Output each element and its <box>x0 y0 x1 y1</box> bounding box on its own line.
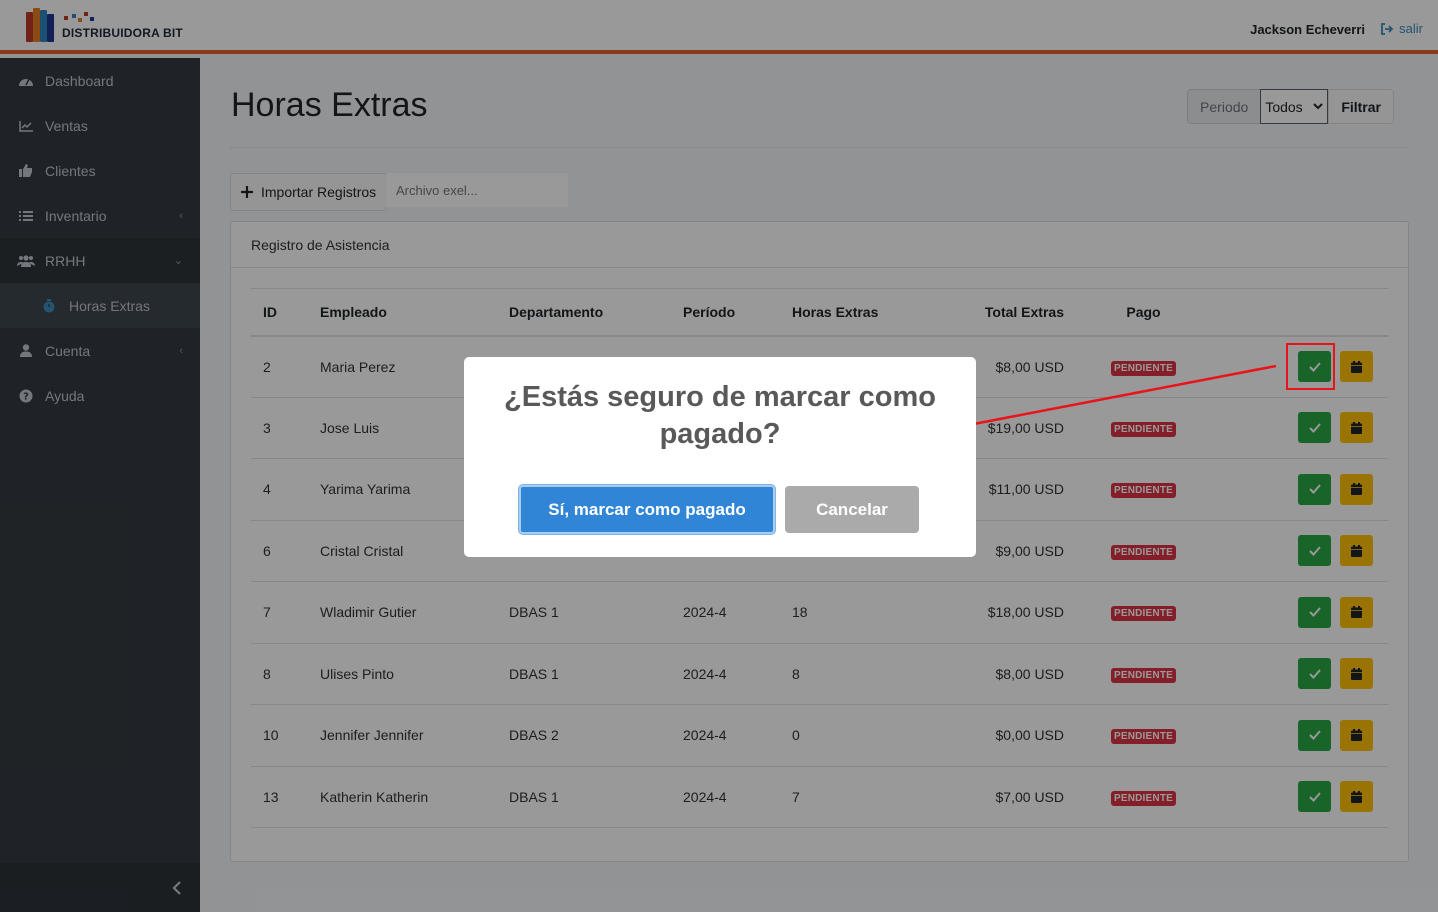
cancel-button[interactable]: Cancelar <box>785 486 919 533</box>
confirm-paid-button[interactable]: Sí, marcar como pagado <box>519 485 775 534</box>
annotation-highlight-box <box>1286 343 1335 390</box>
dialog-title: ¿Estás seguro de marcar como pagado? <box>504 381 936 450</box>
confirm-dialog: ¿Estás seguro de marcar como pagado? Sí,… <box>464 357 976 557</box>
